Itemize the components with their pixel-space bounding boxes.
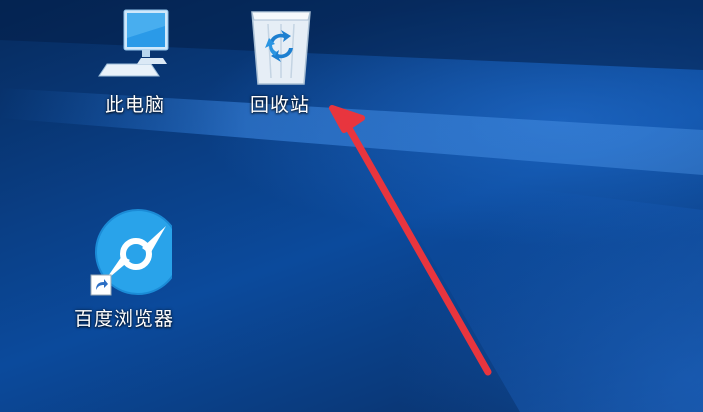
desktop-icon-label: 此电脑 [104,94,165,116]
computer-icon [98,9,169,77]
desktop-icon-label: 回收站 [249,94,310,116]
shortcut-arrow-icon [90,274,112,296]
recycle-bin-icon [251,11,311,85]
desktop-icon-this-pc[interactable]: 此电脑 [85,4,185,116]
desktop: 此电脑 回收站 百度浏览器 [0,0,703,412]
browser-icon-wrap [76,208,172,300]
desktop-icon-baidu-browser[interactable]: 百度浏览器 [74,208,174,330]
desktop-icon-recycle-bin[interactable]: 回收站 [230,4,330,116]
desktop-icon-label: 百度浏览器 [74,308,175,330]
